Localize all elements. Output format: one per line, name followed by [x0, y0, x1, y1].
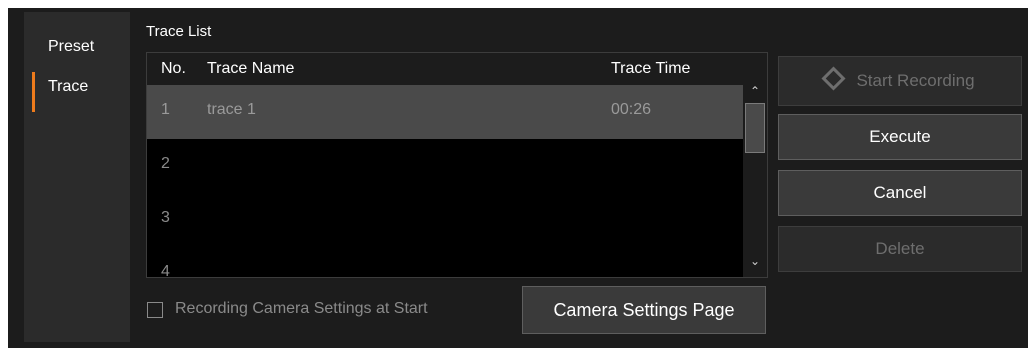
row-trace-name: trace 1 — [207, 101, 256, 118]
record-camera-settings-label: Recording Camera Settings at Start — [175, 300, 428, 317]
start-recording-label: Start Recording — [856, 71, 975, 90]
row-trace-time: 00:26 — [611, 101, 652, 118]
record-camera-settings-checkbox[interactable] — [147, 302, 163, 318]
table-row[interactable]: 2 — [147, 139, 743, 193]
chevron-up-icon[interactable]: ⌃ — [743, 81, 767, 101]
trace-list-title: Trace List — [146, 23, 212, 40]
table-row[interactable]: 4 — [147, 247, 743, 278]
camera-settings-page-button[interactable]: Camera Settings Page — [522, 286, 766, 334]
sidebar: Preset Trace — [24, 12, 130, 342]
tab-trace[interactable]: Trace — [24, 68, 130, 112]
delete-button[interactable]: Delete — [778, 226, 1022, 272]
row-no: 2 — [161, 155, 170, 172]
column-header-no: No. — [161, 60, 186, 77]
table-row[interactable]: 1 trace 1 00:26 — [147, 85, 743, 139]
table-row[interactable]: 3 — [147, 193, 743, 247]
row-no: 4 — [161, 263, 170, 278]
tab-preset[interactable]: Preset — [24, 28, 130, 66]
execute-button[interactable]: Execute — [778, 114, 1022, 160]
cancel-button[interactable]: Cancel — [778, 170, 1022, 216]
column-header-name: Trace Name — [207, 60, 295, 77]
column-header-time: Trace Time — [611, 60, 691, 77]
list-header: No. Trace Name Trace Time — [147, 53, 743, 85]
row-no: 3 — [161, 209, 170, 226]
scrollbar-thumb[interactable] — [745, 103, 765, 153]
active-tab-indicator — [32, 72, 35, 112]
tab-trace-label: Trace — [48, 78, 89, 95]
list-scrollbar[interactable]: ⌃ ⌄ — [743, 53, 767, 277]
tab-preset-label: Preset — [48, 38, 95, 55]
diamond-icon — [821, 66, 846, 91]
start-recording-button[interactable]: Start Recording — [778, 56, 1022, 106]
trace-list: No. Trace Name Trace Time 1 trace 1 00:2… — [146, 52, 768, 278]
chevron-down-icon[interactable]: ⌄ — [743, 251, 767, 271]
row-no: 1 — [161, 101, 170, 118]
